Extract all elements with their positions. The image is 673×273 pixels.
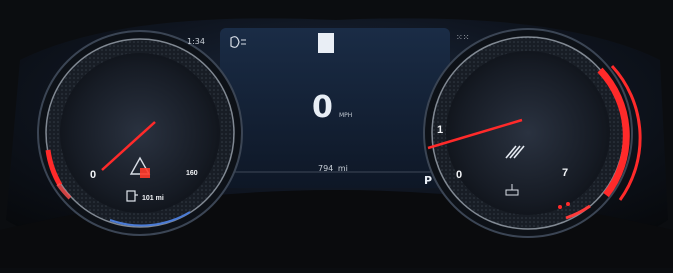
odometer: 794 mi <box>318 164 348 173</box>
status-block <box>318 33 334 53</box>
speed-unit: MPH <box>338 112 353 119</box>
rpm-label-0: 0 <box>456 169 462 181</box>
rpm-label-1: 1 <box>437 124 443 136</box>
speed-readout: 0 MPH <box>312 90 352 125</box>
rpm-label-7: 7 <box>562 167 568 179</box>
speedometer: 0 101 mi 160 <box>37 30 243 236</box>
max-speed-label: 160 <box>186 170 198 177</box>
instrument-cluster: 0 101 mi 160 1 0 7 1:34 ⁙⁙ 0 MPH 794 mi … <box>0 0 673 268</box>
odometer-unit: mi <box>337 164 348 173</box>
gear-indicator: P <box>424 174 433 187</box>
odometer-value: 794 <box>318 164 334 173</box>
speed-zero-label: 0 <box>90 169 96 181</box>
top-right-indicator: ⁙⁙ <box>456 33 470 42</box>
range-readout: 101 mi <box>142 195 164 202</box>
top-left-indicator: 1:34 <box>187 37 205 46</box>
speed-value: 0 <box>312 90 333 125</box>
cluster-graphic: 0 101 mi 160 1 0 7 <box>0 0 673 268</box>
